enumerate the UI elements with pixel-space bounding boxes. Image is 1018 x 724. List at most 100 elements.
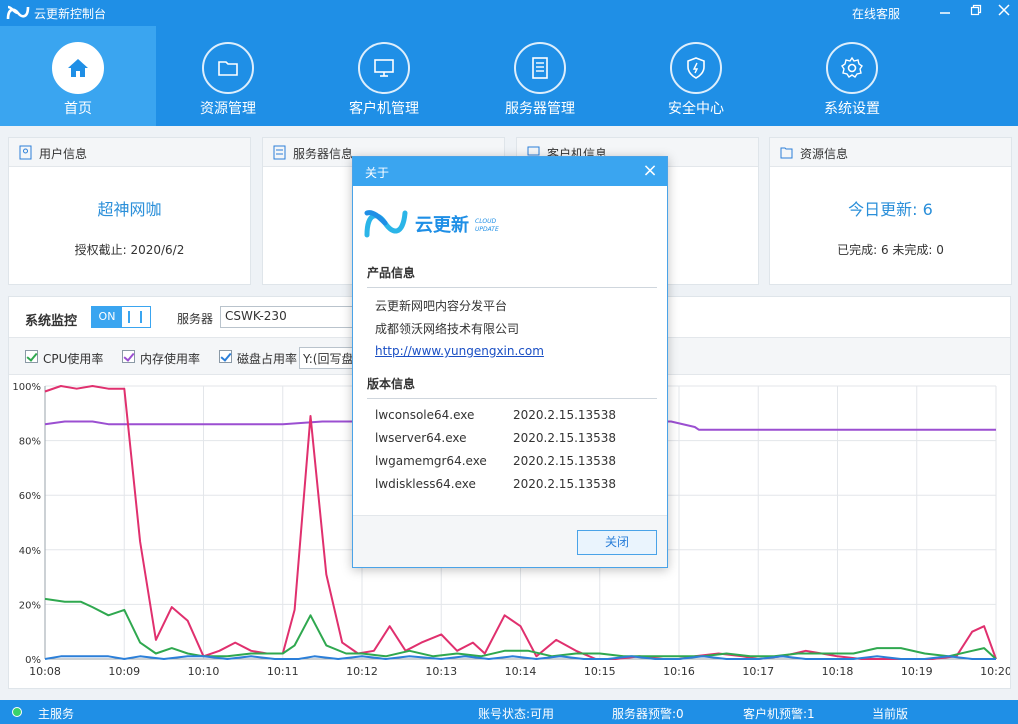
card-title: 服务器信息 xyxy=(293,147,354,161)
card-header: 资源信息 xyxy=(770,138,1011,167)
x-tick-label: 10:16 xyxy=(663,665,695,678)
nav-label: 资源管理 xyxy=(200,101,256,117)
close-window-button[interactable] xyxy=(992,1,1016,23)
version-info-header: 版本信息 xyxy=(367,375,657,399)
user-name: 超神网咖 xyxy=(97,200,162,219)
company-name: 成都领沃网络技术有限公司 xyxy=(375,322,520,336)
y-tick-label: 60% xyxy=(19,491,41,502)
license-expiry: 授权截止: 2020/6/2 xyxy=(74,243,185,257)
today-updates: 今日更新: 6 xyxy=(848,200,933,219)
home-icon xyxy=(68,59,88,77)
x-tick-label: 10:10 xyxy=(188,665,220,678)
nav-icon-circle xyxy=(358,42,410,94)
account-status: 账号状态:可用 xyxy=(478,707,555,721)
mem-checkbox[interactable] xyxy=(122,350,135,363)
app-title: 云更新控制台 xyxy=(34,7,107,21)
app-logo-icon xyxy=(6,5,30,20)
folder-icon xyxy=(218,61,238,76)
minimize-button[interactable] xyxy=(933,1,957,23)
version-file: lwgamemgr64.exe xyxy=(375,454,487,468)
dialog-close-button[interactable]: 关闭 xyxy=(577,530,657,555)
minimize-icon xyxy=(940,12,950,14)
x-tick-label: 10:11 xyxy=(267,665,299,678)
product-name: 云更新网吧内容分发平台 xyxy=(375,299,508,313)
nav-icon-circle xyxy=(670,42,722,94)
close-icon xyxy=(998,4,1010,16)
server-select[interactable]: CSWK-230 xyxy=(220,306,370,328)
nav-security[interactable]: 安全中心 xyxy=(618,26,774,126)
nav-resource[interactable]: 资源管理 xyxy=(150,26,306,126)
version-number: 2020.2.15.13538 xyxy=(513,431,617,445)
disk-checkbox[interactable] xyxy=(219,350,232,363)
card-header: 用户信息 xyxy=(9,138,250,167)
x-tick-label: 10:15 xyxy=(584,665,616,678)
resource-card-icon xyxy=(780,147,793,159)
current-version: 当前版本:2020.2.15.13538 xyxy=(872,707,909,721)
resource-info-card: 资源信息 今日更新: 6 已完成: 6 未完成: 0 xyxy=(769,137,1012,285)
nav-home[interactable]: 首页 xyxy=(0,26,156,126)
restore-icon xyxy=(970,4,982,16)
toggle-on-label: ON xyxy=(92,307,122,327)
disk-legend-label: 磁盘占用率 xyxy=(237,352,298,366)
dialog-footer: 关闭 xyxy=(353,515,667,567)
dialog-close-icon[interactable]: × xyxy=(639,160,661,182)
server-card-icon xyxy=(273,145,286,160)
website-link[interactable]: http://www.yungengxin.com xyxy=(375,344,544,358)
version-number: 2020.2.15.13538 xyxy=(513,477,617,491)
title-bar: 云更新控制台 在线客服 xyxy=(0,0,1018,26)
nav-icon-circle xyxy=(202,42,254,94)
version-number: 2020.2.15.13538 xyxy=(513,408,617,422)
user-info-card: 用户信息 超神网咖 授权截止: 2020/6/2 xyxy=(8,137,251,285)
y-tick-label: 40% xyxy=(19,546,41,557)
version-file: lwserver64.exe xyxy=(375,431,467,445)
server-alert-count: 服务器预警:0 xyxy=(612,707,684,721)
dialog-title: 关于 xyxy=(365,166,390,180)
main-service-status: 主服务 xyxy=(38,707,75,721)
monitor-icon xyxy=(374,59,394,77)
main-nav: 首页 资源管理 客户机管理 服务器管理 安全中心 系统设置 xyxy=(0,26,1018,126)
version-file: lwdiskless64.exe xyxy=(375,477,476,491)
service-status-dot xyxy=(12,707,22,717)
restore-button[interactable] xyxy=(964,1,988,23)
online-support-link[interactable]: 在线客服 xyxy=(852,5,900,22)
y-tick-label: 100% xyxy=(12,382,41,393)
about-dialog: 关于 × 云更新 CLOUD UPDATE 产品信息 云更新网吧内容分发平台 成… xyxy=(352,156,668,568)
disk-select[interactable]: Y:(回写盘 xyxy=(299,347,359,369)
x-tick-label: 10:14 xyxy=(505,665,537,678)
logo-text: 云更新 xyxy=(415,214,469,236)
status-bar: 主服务 账号状态:可用 服务器预警:0 客户机预警:1 当前版本:2020.2.… xyxy=(0,700,1018,724)
card-title: 资源信息 xyxy=(800,147,849,161)
nav-icon-circle xyxy=(826,42,878,94)
x-tick-label: 10:12 xyxy=(346,665,378,678)
nav-client[interactable]: 客户机管理 xyxy=(306,26,462,126)
shield-icon xyxy=(687,57,705,79)
client-alert-count: 客户机预警:1 xyxy=(743,707,815,721)
server-icon xyxy=(532,57,548,79)
nav-label: 服务器管理 xyxy=(505,101,575,117)
nav-label: 客户机管理 xyxy=(349,101,419,117)
yungengxin-logo: 云更新 CLOUD UPDATE xyxy=(364,210,499,238)
nav-label: 系统设置 xyxy=(824,101,880,117)
y-tick-label: 20% xyxy=(19,600,41,611)
x-tick-label: 10:13 xyxy=(425,665,457,678)
cpu-legend-label: CPU使用率 xyxy=(43,352,104,366)
gear-icon xyxy=(841,56,863,78)
monitor-title: 系统监控 xyxy=(25,314,78,329)
card-title: 用户信息 xyxy=(39,147,88,161)
x-tick-label: 10:19 xyxy=(901,665,933,678)
dialog-header: 关于 × xyxy=(353,157,667,186)
cpu-checkbox[interactable] xyxy=(25,350,38,363)
y-tick-label: 80% xyxy=(19,437,41,448)
nav-label: 安全中心 xyxy=(668,101,724,117)
toggle-knob xyxy=(128,311,142,323)
x-tick-label: 10:08 xyxy=(29,665,61,678)
nav-server[interactable]: 服务器管理 xyxy=(462,26,618,126)
monitor-toggle[interactable]: ON xyxy=(91,306,151,328)
update-progress: 已完成: 6 未完成: 0 xyxy=(837,243,944,257)
x-tick-label: 10:09 xyxy=(108,665,140,678)
mem-legend-label: 内存使用率 xyxy=(140,352,201,366)
version-file: lwconsole64.exe xyxy=(375,408,475,422)
logo-sub-update: UPDATE xyxy=(475,226,499,233)
user-card-icon xyxy=(19,145,32,160)
nav-settings[interactable]: 系统设置 xyxy=(774,26,930,126)
